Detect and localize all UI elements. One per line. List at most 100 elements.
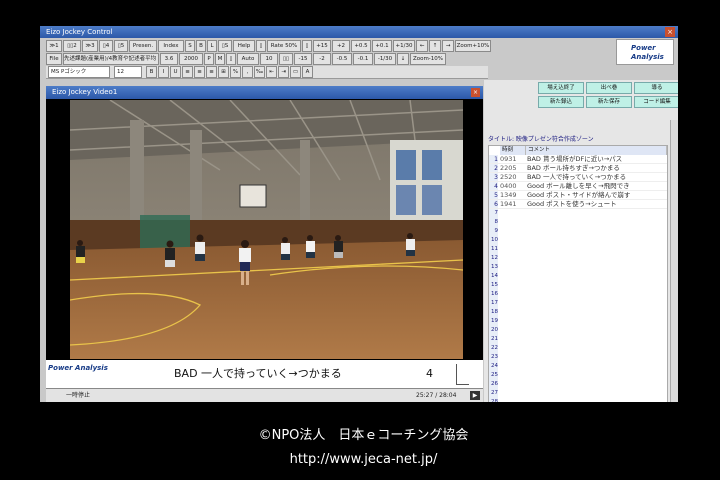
format-button-1[interactable]: I xyxy=(158,66,169,78)
row1-button-22[interactable]: → xyxy=(442,40,454,52)
format-button-13[interactable]: A xyxy=(302,66,313,78)
vertical-scrollbar[interactable] xyxy=(670,120,678,408)
row2-button-11[interactable]: -2 xyxy=(313,53,331,65)
code-panel: 場え込終了 出べ巻 導る 新た録込 新た保存 コード編集 タイトル: 映像プレゼン符合作成… xyxy=(484,80,678,408)
video-frame[interactable] xyxy=(70,100,463,359)
row2-button-10[interactable]: -15 xyxy=(294,53,312,65)
row1-button-18[interactable]: +0.1 xyxy=(372,40,392,52)
row2-button-0[interactable]: File xyxy=(46,53,62,65)
code-row-time: 1349 xyxy=(500,191,517,199)
row2-button-7[interactable]: Auto xyxy=(237,53,259,65)
row1-button-8[interactable]: B xyxy=(196,40,206,52)
code-row-comment: BAD 一人で持っていく→つかまる xyxy=(527,173,627,181)
code-row[interactable]: 4 0400 Good ボール離しを早く→飛閃でき xyxy=(489,182,667,191)
caption-resize-handle[interactable] xyxy=(456,364,469,385)
font-size-select[interactable]: 12 xyxy=(114,66,142,78)
code-row[interactable]: 6 1941 Good ポストを使う→シュート xyxy=(489,200,667,209)
row2-button-5[interactable]: M xyxy=(215,53,225,65)
format-button-6[interactable]: ⊞ xyxy=(218,66,229,78)
code-row-comment: BAD 貰う場所がDFに近い→パス xyxy=(527,155,623,163)
row2-button-9[interactable]: ▯▯ xyxy=(279,53,293,65)
row1-button-20[interactable]: ← xyxy=(416,40,428,52)
gymnasium-scene xyxy=(70,100,463,359)
row2-button-4[interactable]: P xyxy=(204,53,214,65)
row1-button-0[interactable]: ≫1 xyxy=(46,40,62,52)
row1-button-21[interactable]: ↑ xyxy=(429,40,441,52)
row2-button-13[interactable]: -0.1 xyxy=(353,53,373,65)
empty-row-number: 15 xyxy=(489,281,498,290)
row1-button-15[interactable]: +15 xyxy=(313,40,331,52)
format-button-11[interactable]: ⇥ xyxy=(278,66,289,78)
row1-button-5[interactable]: Presen. xyxy=(129,40,157,52)
row1-button-2[interactable]: ≫3 xyxy=(82,40,98,52)
code-row[interactable]: 5 1349 Good ポスト・サイドが絡んで崩す xyxy=(489,191,667,200)
code-panel-button-0[interactable]: 場え込終了 xyxy=(538,82,584,94)
col-header-time: 時刻 xyxy=(500,146,526,155)
code-panel-button-2[interactable]: 導る xyxy=(634,82,678,94)
format-button-9[interactable]: ‰ xyxy=(254,66,265,78)
row2-button-6[interactable]: ▯ xyxy=(226,53,236,65)
format-button-8[interactable]: , xyxy=(242,66,253,78)
code-grid: 時刻 コメント 1 0931 BAD 貰う場所がDFに近い→パス 2 2205 BAD ボ… xyxy=(488,145,668,408)
format-button-12[interactable]: ▭ xyxy=(290,66,301,78)
code-panel-button-3[interactable]: 新た録込 xyxy=(538,96,584,108)
row1-button-7[interactable]: S xyxy=(185,40,195,52)
empty-row-number: 12 xyxy=(489,254,498,263)
code-panel-button-5[interactable]: コード編集 xyxy=(634,96,678,108)
video-window-title: Eizo Jockey Video1 xyxy=(46,86,483,99)
empty-row-number: 22 xyxy=(489,344,498,353)
row1-button-3[interactable]: ▯4 xyxy=(99,40,113,52)
row1-button-17[interactable]: +0.5 xyxy=(351,40,371,52)
row2-button-8[interactable]: 10 xyxy=(260,53,278,65)
row2-button-1[interactable]: 先述課題(産業用)/4教育や記述者平均 ree xyxy=(63,53,159,65)
format-button-4[interactable]: ≡ xyxy=(194,66,205,78)
empty-row-number: 27 xyxy=(489,389,498,398)
code-row[interactable]: 1 0931 BAD 貰う場所がDFに近い→パス xyxy=(489,155,667,164)
row2-button-12[interactable]: -0.5 xyxy=(332,53,352,65)
row2-button-3[interactable]: 2000 xyxy=(179,53,203,65)
row1-button-1[interactable]: ▯▯2 xyxy=(63,40,81,52)
row2-button-14[interactable]: -1/30 xyxy=(374,53,396,65)
control-close-button[interactable]: × xyxy=(665,27,675,37)
row2-button-16[interactable]: Zoom-10% xyxy=(410,53,446,65)
code-row-comment: Good ボール離しを早く→飛閃でき xyxy=(527,182,630,190)
row1-button-16[interactable]: +2 xyxy=(332,40,350,52)
row1-button-23[interactable]: Zoom+10% xyxy=(455,40,491,52)
footer-url[interactable]: http://www.jeca-net.jp/ xyxy=(22,452,705,467)
video-status-bar: 一時停止 25:27 / 28:04 ▶ xyxy=(46,388,483,403)
format-button-5[interactable]: ≡ xyxy=(206,66,217,78)
code-row[interactable]: 3 2520 BAD 一人で持っていく→つかまる xyxy=(489,173,667,182)
format-button-10[interactable]: ⇤ xyxy=(266,66,277,78)
code-row-number: 6 xyxy=(489,200,498,208)
row1-button-10[interactable]: ▯S xyxy=(218,40,232,52)
row1-button-13[interactable]: Rate 50% xyxy=(267,40,301,52)
row1-button-4[interactable]: ▯5 xyxy=(114,40,128,52)
row1-button-9[interactable]: L xyxy=(207,40,217,52)
row1-button-11[interactable]: Help xyxy=(233,40,255,52)
row2-button-2[interactable]: 3.6 xyxy=(160,53,178,65)
format-button-7[interactable]: % xyxy=(230,66,241,78)
format-button-3[interactable]: ≡ xyxy=(182,66,193,78)
code-panel-button-1[interactable]: 出べ巻 xyxy=(586,82,632,94)
format-button-2[interactable]: U xyxy=(170,66,181,78)
row1-button-6[interactable]: Index xyxy=(158,40,184,52)
video-close-button[interactable]: × xyxy=(471,88,480,97)
empty-row-number: 16 xyxy=(489,290,498,299)
play-button[interactable]: ▶ xyxy=(470,391,480,400)
font-select[interactable]: MS Pゴシック xyxy=(48,66,110,78)
playback-state: 一時停止 xyxy=(66,392,91,399)
row1-button-12[interactable]: ▯ xyxy=(256,40,266,52)
row2-button-15[interactable]: ↓ xyxy=(397,53,409,65)
row1-button-14[interactable]: ▯ xyxy=(302,40,312,52)
format-button-0[interactable]: B xyxy=(146,66,157,78)
footer-org: ©NPO法人 日本ｅコーチング協会 xyxy=(258,428,469,443)
code-row[interactable]: 2 2205 BAD ボール持ちすぎ→つかまる xyxy=(489,164,667,173)
caption-bar: Power Analysis BAD 一人で持っていく→つかまる 4 xyxy=(46,360,483,388)
col-header-comment: コメント xyxy=(526,146,667,155)
desktop-screen: Eizo Jockey Control × ≫1 ▯▯2 ≫3 ▯4 ▯5 Presen.… xyxy=(40,26,678,408)
code-row-time: 2520 xyxy=(500,173,517,181)
caption-text: BAD 一人で持っていく→つかまる xyxy=(174,367,342,380)
row1-button-19[interactable]: +1/30 xyxy=(393,40,415,52)
empty-row-number: 25 xyxy=(489,371,498,380)
code-panel-button-4[interactable]: 新た保存 xyxy=(586,96,632,108)
